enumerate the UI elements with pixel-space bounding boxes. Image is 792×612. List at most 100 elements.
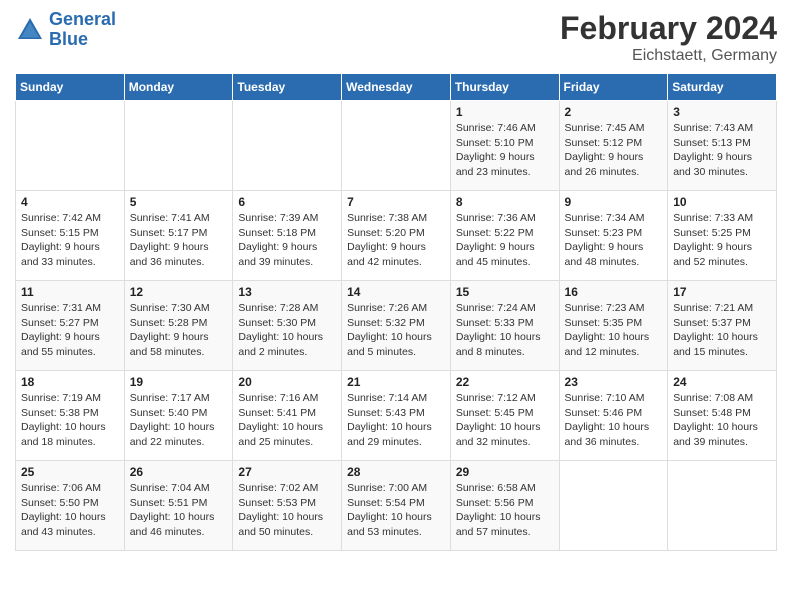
logo: General Blue bbox=[15, 10, 116, 50]
calendar-cell: 2 Sunrise: 7:45 AMSunset: 5:12 PMDaylight… bbox=[559, 101, 668, 191]
day-number: 10 bbox=[673, 195, 771, 209]
column-header-thursday: Thursday bbox=[450, 74, 559, 101]
day-info: Sunrise: 7:19 AMSunset: 5:38 PMDaylight:… bbox=[21, 391, 119, 450]
day-number: 3 bbox=[673, 105, 771, 119]
day-number: 22 bbox=[456, 375, 554, 389]
day-number: 28 bbox=[347, 465, 445, 479]
page-header: General Blue February 2024 Eichstaett, G… bbox=[15, 10, 777, 65]
calendar-cell: 25 Sunrise: 7:06 AMSunset: 5:50 PMDayligh… bbox=[16, 461, 125, 551]
day-number: 13 bbox=[238, 285, 336, 299]
day-number: 24 bbox=[673, 375, 771, 389]
day-number: 19 bbox=[130, 375, 228, 389]
calendar-cell: 29 Sunrise: 6:58 AMSunset: 5:56 PMDayligh… bbox=[450, 461, 559, 551]
day-info: Sunrise: 7:00 AMSunset: 5:54 PMDaylight:… bbox=[347, 481, 445, 540]
calendar-table: SundayMondayTuesdayWednesdayThursdayFrid… bbox=[15, 73, 777, 551]
day-number: 26 bbox=[130, 465, 228, 479]
calendar-cell: 14 Sunrise: 7:26 AMSunset: 5:32 PMDayligh… bbox=[342, 281, 451, 371]
day-info: Sunrise: 6:58 AMSunset: 5:56 PMDaylight:… bbox=[456, 481, 554, 540]
calendar-cell: 11 Sunrise: 7:31 AMSunset: 5:27 PMDayligh… bbox=[16, 281, 125, 371]
calendar-cell: 21 Sunrise: 7:14 AMSunset: 5:43 PMDayligh… bbox=[342, 371, 451, 461]
day-number: 18 bbox=[21, 375, 119, 389]
day-number: 5 bbox=[130, 195, 228, 209]
day-number: 27 bbox=[238, 465, 336, 479]
calendar-week-2: 4Sunrise: 7:42 AMSunset: 5:15 PMDaylight… bbox=[16, 191, 777, 281]
day-info: Sunrise: 7:06 AMSunset: 5:50 PMDaylight:… bbox=[21, 481, 119, 540]
day-info: Sunrise: 7:26 AMSunset: 5:32 PMDaylight:… bbox=[347, 301, 445, 360]
day-number: 17 bbox=[673, 285, 771, 299]
day-info: Sunrise: 7:41 AMSunset: 5:17 PMDaylight:… bbox=[130, 211, 228, 270]
calendar-cell: 23 Sunrise: 7:10 AMSunset: 5:46 PMDayligh… bbox=[559, 371, 668, 461]
month-title: February 2024 bbox=[560, 10, 777, 47]
day-info: Sunrise: 7:43 AMSunset: 5:13 PMDaylight:… bbox=[673, 121, 771, 180]
column-header-monday: Monday bbox=[124, 74, 233, 101]
day-info: Sunrise: 7:16 AMSunset: 5:41 PMDaylight:… bbox=[238, 391, 336, 450]
calendar-cell: 26 Sunrise: 7:04 AMSunset: 5:51 PMDayligh… bbox=[124, 461, 233, 551]
calendar-cell: 27 Sunrise: 7:02 AMSunset: 5:53 PMDayligh… bbox=[233, 461, 342, 551]
calendar-cell: 1 Sunrise: 7:46 AMSunset: 5:10 PMDaylight… bbox=[450, 101, 559, 191]
calendar-cell: 8 Sunrise: 7:36 AMSunset: 5:22 PMDaylight… bbox=[450, 191, 559, 281]
calendar-cell bbox=[233, 101, 342, 191]
day-number: 11 bbox=[21, 285, 119, 299]
day-number: 8 bbox=[456, 195, 554, 209]
column-header-saturday: Saturday bbox=[668, 74, 777, 101]
calendar-week-3: 11 Sunrise: 7:31 AMSunset: 5:27 PMDayligh… bbox=[16, 281, 777, 371]
calendar-cell bbox=[559, 461, 668, 551]
calendar-cell: 28 Sunrise: 7:00 AMSunset: 5:54 PMDayligh… bbox=[342, 461, 451, 551]
day-info: Sunrise: 7:45 AMSunset: 5:12 PMDaylight:… bbox=[565, 121, 663, 180]
calendar-cell: 22Sunrise: 7:12 AMSunset: 5:45 PMDayligh… bbox=[450, 371, 559, 461]
day-number: 12 bbox=[130, 285, 228, 299]
day-info: Sunrise: 7:23 AMSunset: 5:35 PMDaylight:… bbox=[565, 301, 663, 360]
calendar-cell: 10Sunrise: 7:33 AMSunset: 5:25 PMDayligh… bbox=[668, 191, 777, 281]
calendar-week-1: 1 Sunrise: 7:46 AMSunset: 5:10 PMDaylight… bbox=[16, 101, 777, 191]
day-info: Sunrise: 7:17 AMSunset: 5:40 PMDaylight:… bbox=[130, 391, 228, 450]
column-header-tuesday: Tuesday bbox=[233, 74, 342, 101]
day-number: 16 bbox=[565, 285, 663, 299]
column-header-friday: Friday bbox=[559, 74, 668, 101]
day-number: 29 bbox=[456, 465, 554, 479]
day-info: Sunrise: 7:08 AMSunset: 5:48 PMDaylight:… bbox=[673, 391, 771, 450]
calendar-header-row: SundayMondayTuesdayWednesdayThursdayFrid… bbox=[16, 74, 777, 101]
day-number: 20 bbox=[238, 375, 336, 389]
column-header-sunday: Sunday bbox=[16, 74, 125, 101]
day-info: Sunrise: 7:24 AMSunset: 5:33 PMDaylight:… bbox=[456, 301, 554, 360]
calendar-cell: 16 Sunrise: 7:23 AMSunset: 5:35 PMDayligh… bbox=[559, 281, 668, 371]
calendar-cell: 24 Sunrise: 7:08 AMSunset: 5:48 PMDayligh… bbox=[668, 371, 777, 461]
day-number: 15 bbox=[456, 285, 554, 299]
day-number: 1 bbox=[456, 105, 554, 119]
day-info: Sunrise: 7:28 AMSunset: 5:30 PMDaylight:… bbox=[238, 301, 336, 360]
day-number: 21 bbox=[347, 375, 445, 389]
logo-icon bbox=[15, 15, 45, 45]
day-info: Sunrise: 7:36 AMSunset: 5:22 PMDaylight:… bbox=[456, 211, 554, 270]
calendar-cell bbox=[16, 101, 125, 191]
day-info: Sunrise: 7:14 AMSunset: 5:43 PMDaylight:… bbox=[347, 391, 445, 450]
day-info: Sunrise: 7:30 AMSunset: 5:28 PMDaylight:… bbox=[130, 301, 228, 360]
calendar-cell: 5 Sunrise: 7:41 AMSunset: 5:17 PMDaylight… bbox=[124, 191, 233, 281]
calendar-cell bbox=[124, 101, 233, 191]
day-info: Sunrise: 7:38 AMSunset: 5:20 PMDaylight:… bbox=[347, 211, 445, 270]
column-header-wednesday: Wednesday bbox=[342, 74, 451, 101]
calendar-cell: 17 Sunrise: 7:21 AMSunset: 5:37 PMDayligh… bbox=[668, 281, 777, 371]
logo-text: General Blue bbox=[49, 10, 116, 50]
day-info: Sunrise: 7:04 AMSunset: 5:51 PMDaylight:… bbox=[130, 481, 228, 540]
day-info: Sunrise: 7:21 AMSunset: 5:37 PMDaylight:… bbox=[673, 301, 771, 360]
location-subtitle: Eichstaett, Germany bbox=[560, 47, 777, 65]
calendar-cell: 9 Sunrise: 7:34 AMSunset: 5:23 PMDaylight… bbox=[559, 191, 668, 281]
day-number: 14 bbox=[347, 285, 445, 299]
calendar-cell: 12 Sunrise: 7:30 AMSunset: 5:28 PMDayligh… bbox=[124, 281, 233, 371]
day-info: Sunrise: 7:46 AMSunset: 5:10 PMDaylight:… bbox=[456, 121, 554, 180]
day-number: 25 bbox=[21, 465, 119, 479]
calendar-cell bbox=[342, 101, 451, 191]
day-number: 9 bbox=[565, 195, 663, 209]
day-info: Sunrise: 7:10 AMSunset: 5:46 PMDaylight:… bbox=[565, 391, 663, 450]
calendar-cell: 20 Sunrise: 7:16 AMSunset: 5:41 PMDayligh… bbox=[233, 371, 342, 461]
day-number: 2 bbox=[565, 105, 663, 119]
day-number: 7 bbox=[347, 195, 445, 209]
calendar-cell: 18 Sunrise: 7:19 AMSunset: 5:38 PMDayligh… bbox=[16, 371, 125, 461]
day-info: Sunrise: 7:31 AMSunset: 5:27 PMDaylight:… bbox=[21, 301, 119, 360]
day-number: 23 bbox=[565, 375, 663, 389]
day-info: Sunrise: 7:02 AMSunset: 5:53 PMDaylight:… bbox=[238, 481, 336, 540]
day-info: Sunrise: 7:39 AMSunset: 5:18 PMDaylight:… bbox=[238, 211, 336, 270]
calendar-cell: 19 Sunrise: 7:17 AMSunset: 5:40 PMDayligh… bbox=[124, 371, 233, 461]
calendar-cell: 13 Sunrise: 7:28 AMSunset: 5:30 PMDayligh… bbox=[233, 281, 342, 371]
day-info: Sunrise: 7:34 AMSunset: 5:23 PMDaylight:… bbox=[565, 211, 663, 270]
